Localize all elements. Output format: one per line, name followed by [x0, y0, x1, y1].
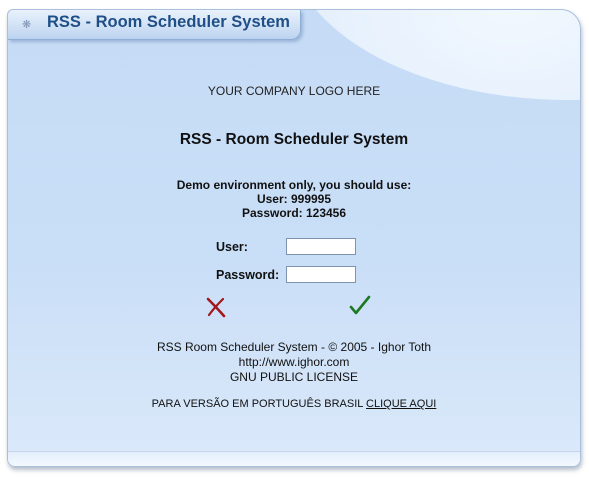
portuguese-version-line: PARA VERSÃO EM PORTUGUÊS BRASIL CLIQUE A… — [8, 398, 580, 410]
user-label: User: — [216, 240, 248, 254]
cancel-button[interactable] — [204, 295, 228, 319]
demo-user-credential: User: 999995 — [256, 192, 332, 206]
demo-notice: Demo environment only, you should use: U… — [8, 178, 580, 220]
copyright-text: RSS Room Scheduler System - © 2005 - Igh… — [156, 340, 432, 354]
panel-title: RSS - Room Scheduler System — [47, 13, 290, 31]
portuguese-version-link[interactable]: CLIQUE AQUI — [366, 398, 436, 410]
panel-title-tab: ❋ RSS - Room Scheduler System — [8, 10, 301, 40]
portuguese-version-label: PARA VERSÃO EM PORTUGUÊS BRASIL — [151, 398, 363, 410]
submit-button[interactable] — [348, 294, 372, 318]
user-input[interactable] — [286, 238, 356, 255]
login-panel: ❋ RSS - Room Scheduler System YOUR COMPA… — [7, 9, 581, 467]
website-text: http://www.ighor.com — [238, 355, 350, 369]
license-text: GNU PUBLIC LICENSE — [229, 370, 359, 384]
bullet-icon: ❋ — [22, 18, 32, 31]
page-title: RSS - Room Scheduler System — [179, 131, 409, 148]
panel-footer-band — [8, 451, 580, 466]
checkmark-icon — [349, 295, 371, 315]
password-label: Password: — [216, 268, 280, 282]
demo-notice-line: Demo environment only, you should use: — [176, 178, 412, 192]
x-cross-icon — [206, 297, 226, 318]
password-input[interactable] — [286, 266, 356, 283]
company-logo-placeholder: YOUR COMPANY LOGO HERE — [207, 84, 381, 98]
demo-password-credential: Password: 123456 — [241, 206, 347, 220]
